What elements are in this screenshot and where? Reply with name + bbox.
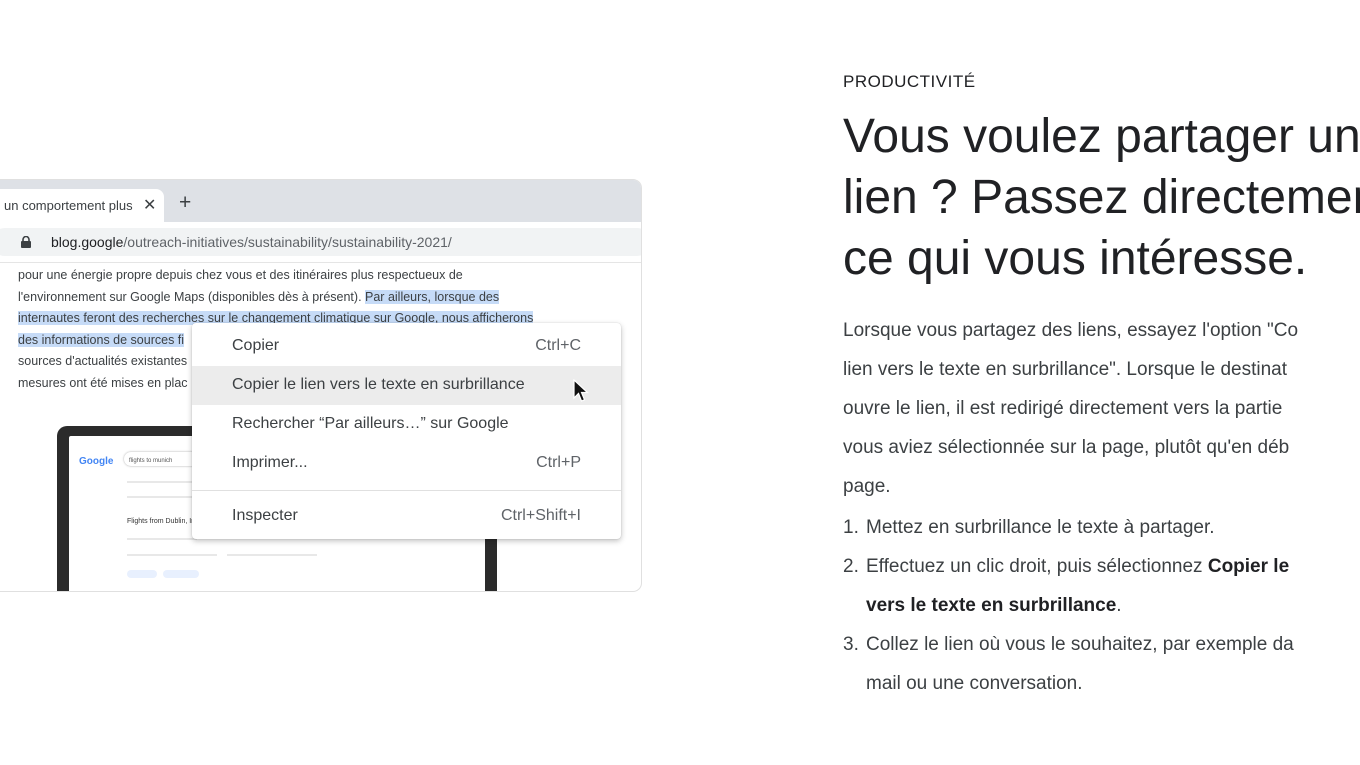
laptop-flights-heading: Flights from Dublin, Irel <box>127 518 199 525</box>
menu-item-print[interactable]: Imprimer... Ctrl+P <box>192 444 621 483</box>
body-line: vous aviez sélectionnée sur la page, plu… <box>843 437 1290 458</box>
lock-icon <box>21 236 31 248</box>
body-line: page. <box>843 476 891 497</box>
menu-item-label: Rechercher “Par ailleurs…” sur Google <box>232 415 509 432</box>
body-paragraph: Lorsque vous partagez des liens, essayez… <box>843 311 1360 506</box>
step-text: . <box>1116 595 1122 616</box>
menu-item-label: Inspecter <box>232 507 298 524</box>
laptop-field-line <box>127 554 217 556</box>
menu-item-search-google[interactable]: Rechercher “Par ailleurs…” sur Google <box>192 405 621 444</box>
step-number: 1. <box>843 517 859 538</box>
page-line: l'environnement sur Google Maps (disponi… <box>18 287 573 309</box>
step-bold-text: Copier le <box>1207 556 1290 577</box>
url-path: /outreach-initiatives/sustainability/sus… <box>123 234 452 250</box>
page-line-part: l'environnement sur Google Maps (disponi… <box>18 289 366 304</box>
address-bar[interactable]: blog.google/outreach-initiatives/sustain… <box>0 228 641 256</box>
menu-item-inspect[interactable]: Inspecter Ctrl+Shift+I <box>192 497 621 536</box>
laptop-chip <box>127 570 157 578</box>
steps-list: 1. Mettez en surbrillance le texte à par… <box>843 508 1360 703</box>
body-line: lien vers le texte en surbrillance". Lor… <box>843 359 1287 380</box>
body-line: Lorsque vous partagez des liens, essayez… <box>843 320 1299 341</box>
list-item: 1. Mettez en surbrillance le texte à par… <box>843 508 1360 547</box>
highlighted-text: Par ailleurs, lorsque des <box>365 289 500 304</box>
body-line: ouvre le lien, il est redirigé directeme… <box>843 398 1283 419</box>
laptop-chip <box>163 570 199 578</box>
menu-item-copy-link-to-highlight[interactable]: Copier le lien vers le texte en surbrill… <box>192 366 621 405</box>
url-host: blog.google <box>51 234 124 250</box>
headline-line: Vous voulez partager un <box>843 110 1360 163</box>
list-item: 3. Collez le lien où vous le souhaitez, … <box>843 625 1360 703</box>
step-bold-text: vers le texte en surbrillance <box>866 595 1117 616</box>
headline-line: ce qui vous intéresse. <box>843 232 1308 285</box>
category-label: PRODUCTIVITÉ <box>843 72 976 91</box>
menu-item-label: Imprimer... <box>232 454 308 471</box>
step-text: Mettez en surbrillance le texte à partag… <box>866 517 1215 538</box>
url-text: blog.google/outreach-initiatives/sustain… <box>51 234 452 250</box>
new-tab-icon[interactable]: + <box>179 191 191 215</box>
menu-item-shortcut: Ctrl+C <box>535 337 581 354</box>
highlighted-text: des informations de sources fi <box>18 332 185 347</box>
step-text: Collez le lien où vous le souhaitez, par… <box>866 634 1294 655</box>
step-number: 3. <box>843 634 859 655</box>
menu-item-shortcut: Ctrl+Shift+I <box>500 507 581 524</box>
laptop-search-query: flights to munich <box>129 458 173 464</box>
laptop-field-line <box>127 538 197 540</box>
browser-illustration: un comportement plus ✕ + blog.google/out… <box>0 179 642 592</box>
google-logo: Google <box>79 456 114 467</box>
context-menu: Copier Ctrl+C Copier le lien vers le tex… <box>192 323 621 539</box>
step-number: 2. <box>843 556 859 577</box>
browser-tab[interactable]: un comportement plus ✕ <box>0 189 164 222</box>
list-item: 2. Effectuez un clic droit, puis sélecti… <box>843 547 1360 625</box>
close-icon[interactable]: ✕ <box>143 195 156 215</box>
menu-item-label: Copier <box>232 337 280 354</box>
browser-toolbar: blog.google/outreach-initiatives/sustain… <box>0 222 641 263</box>
headline: Vous voulez partager un lien ? Passez di… <box>843 106 1360 289</box>
laptop-field-line <box>227 554 317 556</box>
step-text: Effectuez un clic droit, puis sélectionn… <box>866 556 1208 577</box>
tab-strip: un comportement plus ✕ + <box>0 180 641 222</box>
step-text: mail ou une conversation. <box>866 673 1083 694</box>
headline-line: lien ? Passez directemen <box>843 171 1360 224</box>
menu-item-copy[interactable]: Copier Ctrl+C <box>192 327 621 366</box>
menu-item-label: Copier le lien vers le texte en surbrill… <box>232 376 525 393</box>
mouse-cursor-icon <box>573 379 589 402</box>
menu-item-shortcut: Ctrl+P <box>536 454 581 471</box>
tab-title: un comportement plus <box>4 198 133 213</box>
menu-separator <box>192 490 621 491</box>
page-line: pour une énergie propre depuis chez vous… <box>18 268 463 282</box>
